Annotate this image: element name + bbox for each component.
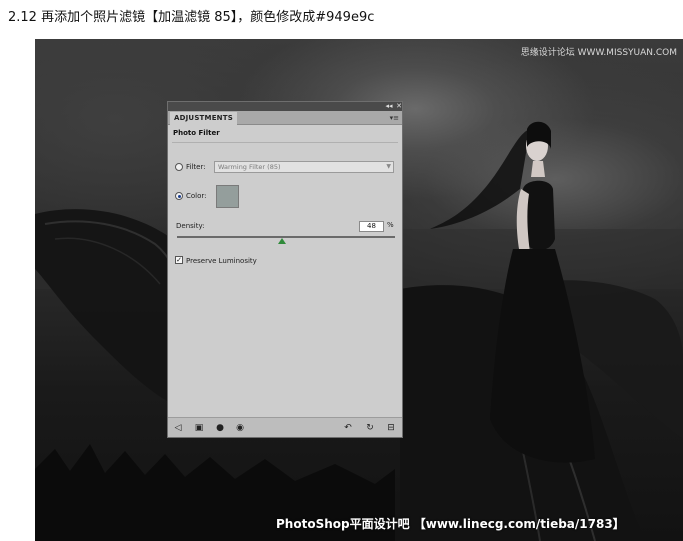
filter-radio[interactable] (175, 163, 183, 171)
density-unit: % (387, 221, 394, 229)
expand-view-icon[interactable]: ▣ (193, 422, 205, 434)
panel-title: Photo Filter (173, 129, 220, 137)
previous-state-icon[interactable]: ↶ (342, 422, 354, 434)
clip-to-layer-icon[interactable]: ● (214, 422, 226, 434)
reset-icon[interactable]: ↻ (364, 422, 376, 434)
filter-dropdown[interactable]: Warming Filter (85) ▼ (214, 161, 394, 173)
panel-tab-row: ADJUSTMENTS ▾≡ (168, 111, 402, 125)
chevron-down-icon: ▼ (386, 163, 391, 170)
panel-footer: ◁ ▣ ● ◉ ↶ ↻ ⊟ (168, 417, 402, 437)
eye-icon[interactable]: ◉ (234, 422, 246, 434)
density-slider-track[interactable] (177, 236, 395, 238)
color-label: Color: (186, 192, 207, 200)
watermark-bottom: PhotoShop平面设计吧 【www.linecg.com/tieba/178… (276, 517, 625, 531)
divider (172, 142, 398, 143)
panel-topbar: ◂◂ ✕ (168, 102, 402, 111)
density-input[interactable]: 48 (359, 221, 384, 232)
watermark-top: 思缘设计论坛 WWW.MISSYUAN.COM (520, 48, 677, 58)
filter-dropdown-value: Warming Filter (85) (218, 163, 281, 171)
page-heading: 2.12 再添加个照片滤镜【加温滤镜 85】，颜色修改成#949e9c (8, 10, 375, 25)
color-radio[interactable] (175, 192, 183, 200)
back-arrow-icon[interactable]: ◁ (172, 422, 184, 434)
close-icon[interactable]: ✕ (394, 102, 404, 111)
color-swatch[interactable] (216, 185, 239, 208)
tab-adjustments[interactable]: ADJUSTMENTS (170, 112, 237, 125)
preserve-luminosity-label: Preserve Luminosity (186, 257, 257, 265)
panel-menu-icon[interactable]: ▾≡ (390, 113, 399, 123)
density-label: Density: (176, 222, 205, 230)
trash-icon[interactable]: ⊟ (385, 422, 397, 434)
collapse-icon[interactable]: ◂◂ (384, 102, 394, 111)
density-slider-thumb[interactable] (277, 238, 286, 244)
filter-label: Filter: (186, 163, 206, 171)
adjustments-panel: ◂◂ ✕ ADJUSTMENTS ▾≡ Photo Filter Filter:… (167, 101, 403, 438)
preserve-luminosity-checkbox[interactable]: ✓ (175, 256, 183, 264)
